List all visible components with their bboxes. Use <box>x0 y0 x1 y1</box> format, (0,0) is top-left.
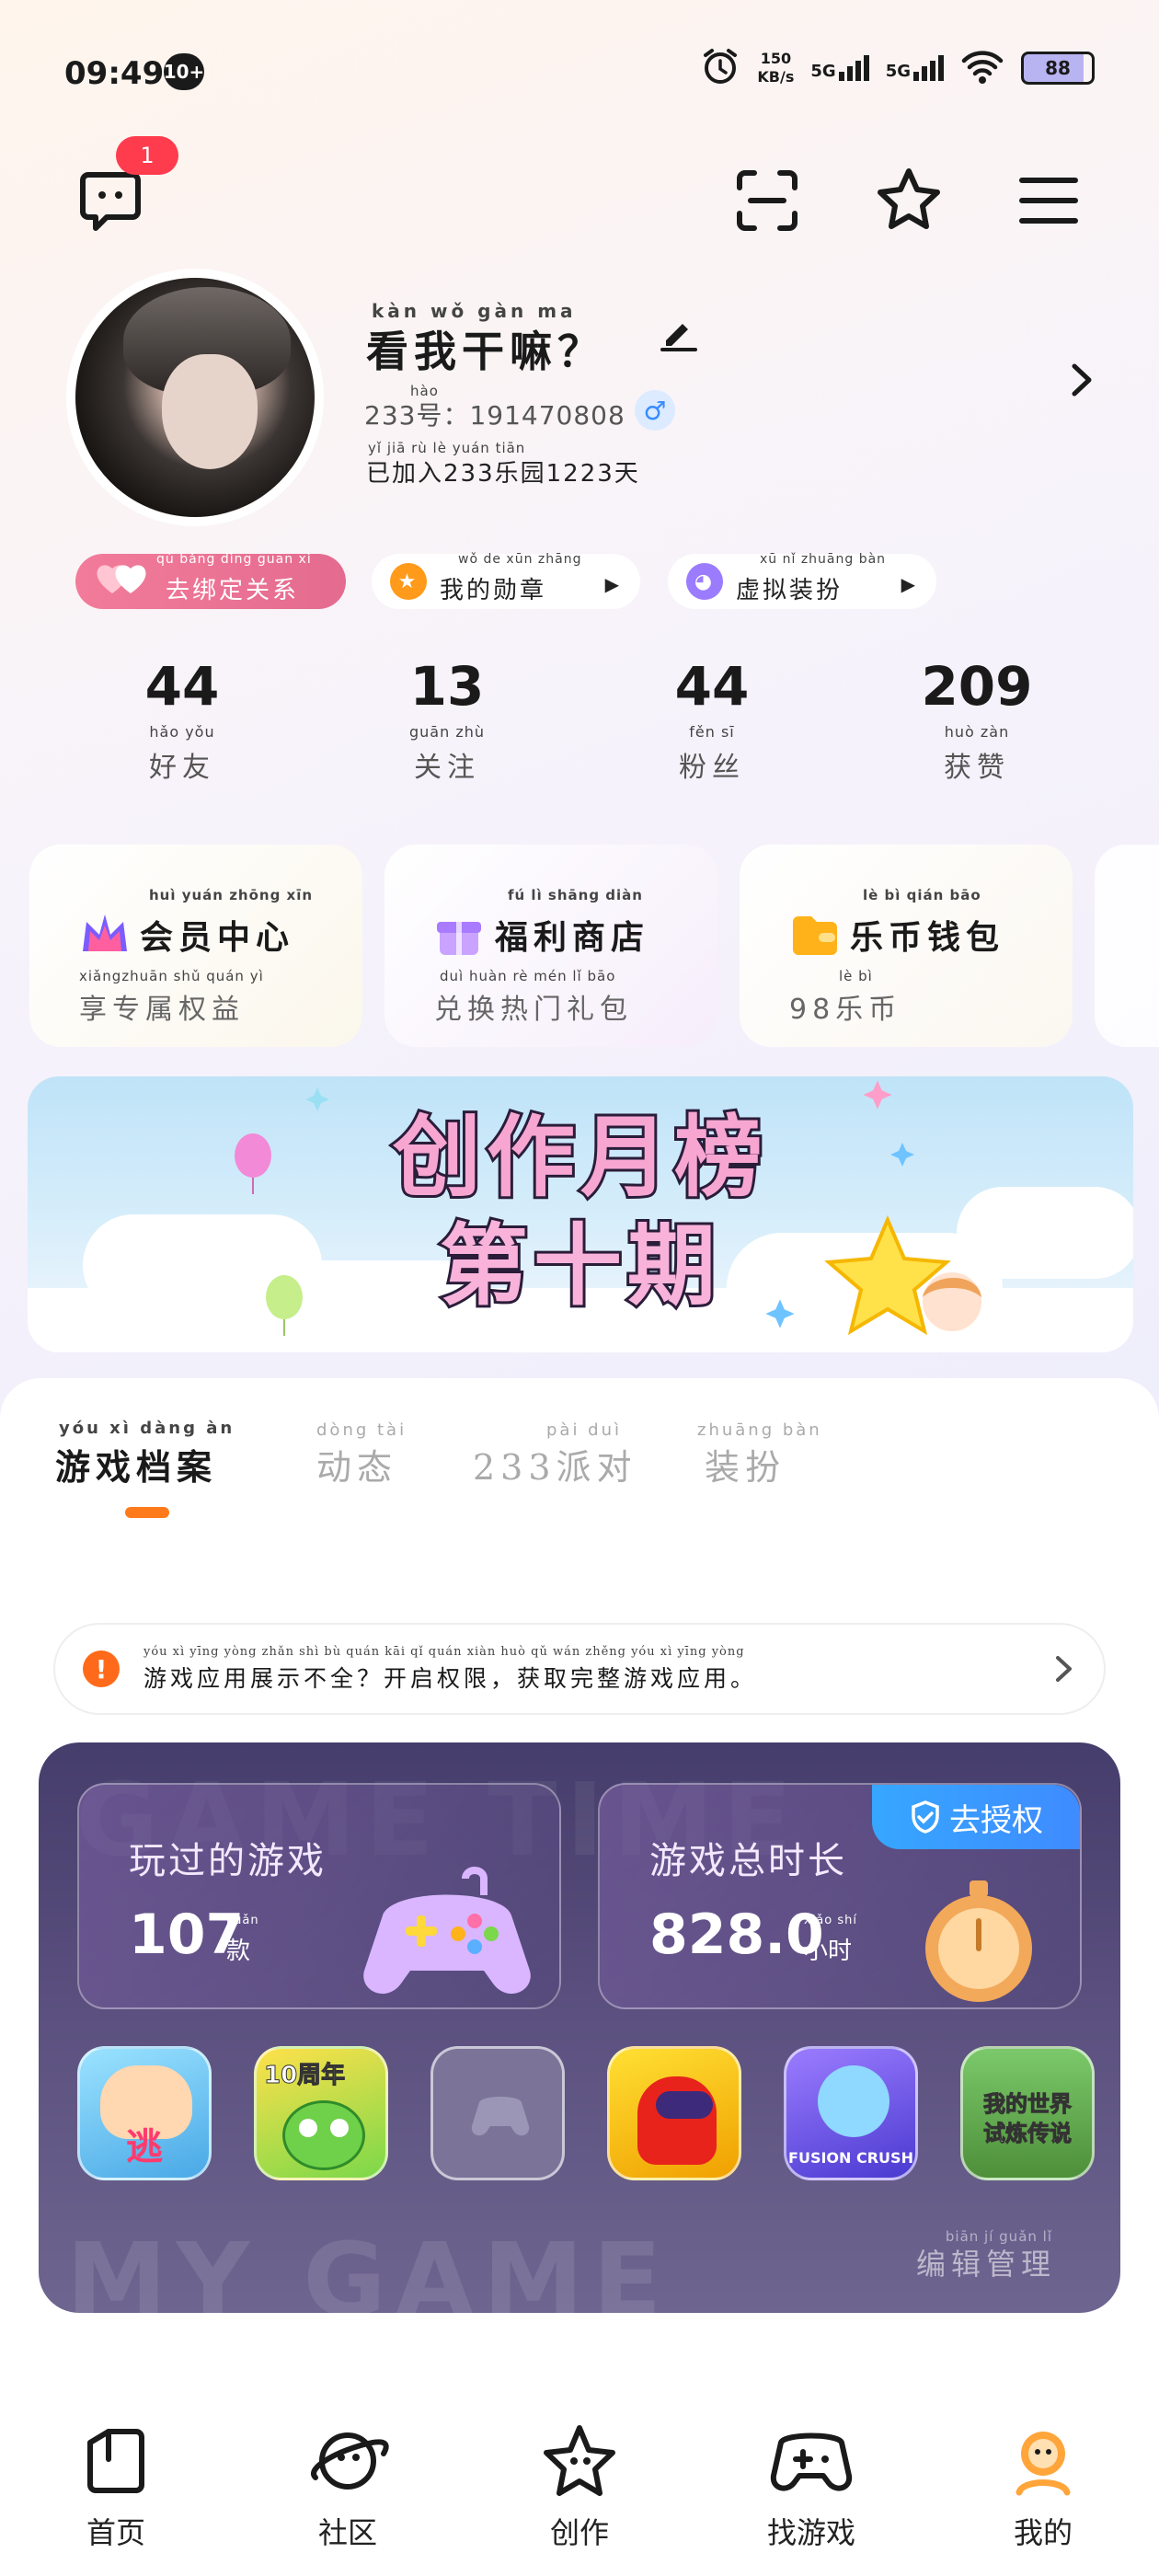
favorites-button[interactable] <box>870 162 947 239</box>
welfare-shop-card[interactable]: fú lì shāng diàn 福利商店 duì huàn rè mén lǐ… <box>384 845 717 1047</box>
gamepad-3d-icon <box>363 1867 531 1995</box>
stat-following[interactable]: 13 guān zhù 关注 <box>346 655 548 785</box>
notice-text: 游戏应用展示不全？开启权限，获取完整游戏应用。 <box>143 1664 758 1692</box>
chip-medal-pinyin: wǒ de xūn zhāng <box>458 552 582 567</box>
crown-icon <box>79 911 127 959</box>
notification-count-badge: 10+ <box>164 53 204 90</box>
shield-check-icon <box>912 1800 939 1834</box>
cat-avatar-icon: ◕ <box>686 563 723 600</box>
chip-bind-pinyin: qù bǎng dìng guān xì <box>156 552 312 567</box>
creation-ranking-banner[interactable]: 创作月榜 第十期 <box>28 1076 1133 1352</box>
gamepad-icon <box>770 2420 853 2502</box>
network-speed: 150 KB/s <box>757 50 795 86</box>
more-feature-card[interactable] <box>1095 845 1159 1047</box>
nav-home[interactable]: 首页 <box>24 2420 208 2576</box>
played-games-card[interactable]: 玩过的游戏 107 kuǎn 款 <box>77 1783 561 2009</box>
tab-party[interactable]: 233派对 <box>473 1439 637 1489</box>
home-icon <box>75 2420 157 2502</box>
tab-dressup[interactable]: 装扮 <box>705 1439 786 1489</box>
avatar[interactable] <box>66 269 324 526</box>
nav-community[interactable]: 社区 <box>256 2420 440 2576</box>
user-id: 233号：191470808 <box>364 400 625 431</box>
scan-icon <box>737 170 798 231</box>
play-arrow-icon: ▶ <box>604 573 622 595</box>
chip-avatar-pinyin: xū nǐ zhuāng bàn <box>760 552 887 567</box>
profile-detail-button[interactable] <box>1067 361 1096 403</box>
tab-feed[interactable]: 动态 <box>316 1439 397 1489</box>
signal-2-icon: 5G <box>886 55 944 81</box>
nav-me[interactable]: 我的 <box>951 2420 1135 2576</box>
authorize-button[interactable]: 去授权 <box>872 1785 1080 1849</box>
warning-icon: ! <box>83 1650 120 1687</box>
hearts-icon <box>94 560 153 604</box>
profile-icon <box>1002 2420 1084 2502</box>
star-outline-icon <box>878 168 940 229</box>
status-icons: 150 KB/s 5G 5G 88 <box>700 46 1095 90</box>
wallet-icon <box>789 911 837 959</box>
game-icon-among[interactable] <box>607 2046 741 2180</box>
tab-active-indicator <box>125 1507 169 1518</box>
character-icon <box>923 1272 981 1331</box>
tab-dressup-pinyin: zhuāng bàn <box>697 1420 822 1440</box>
menu-button[interactable] <box>1010 162 1087 239</box>
game-icon-anniversary[interactable]: 10周年 <box>254 2046 388 2180</box>
signal-1-icon: 5G <box>810 55 869 81</box>
nav-create[interactable]: 创作 <box>488 2420 671 2576</box>
avatar-image <box>75 278 315 517</box>
star-icon <box>538 2420 621 2502</box>
medal-icon: ★ <box>390 563 427 600</box>
watermark-my-game: MY GAME <box>66 2221 671 2313</box>
edit-nickname-button[interactable] <box>659 313 699 357</box>
stat-friends[interactable]: 44 hǎo yǒu 好友 <box>81 655 283 785</box>
play-time-card[interactable]: 游戏总时长 828.0 xiǎo shí 小时 去授权 <box>598 1783 1082 2009</box>
chevron-right-icon <box>1072 363 1092 397</box>
recent-games-list: 逃 10周年 FUSION CRUSH 我的世界 试炼传说 <box>77 2046 1095 2180</box>
gift-icon <box>434 911 482 959</box>
coin-wallet-card[interactable]: lè bì qián bāo 乐币钱包 lè bì 98乐币 <box>740 845 1073 1047</box>
bottom-navigation: 首页 社区 创作 找游戏 我的 <box>0 2392 1159 2576</box>
hamburger-menu-icon <box>1019 178 1078 224</box>
permission-notice[interactable]: ! yóu xì yīng yòng zhǎn shì bù quán kāi … <box>53 1623 1106 1715</box>
alarm-icon <box>700 46 740 90</box>
game-icon-minecraft[interactable]: 我的世界 试炼传说 <box>960 2046 1095 2180</box>
nav-find-games[interactable]: 找游戏 <box>719 2420 903 2576</box>
joined-days: 已加入233乐园1223天 <box>366 460 640 488</box>
game-icon-escape[interactable]: 逃 <box>77 2046 212 2180</box>
chevron-right-icon <box>1056 1656 1072 1682</box>
battery-icon: 88 <box>1021 52 1095 85</box>
play-arrow-icon: ▶ <box>901 573 918 595</box>
gamepad-placeholder-icon <box>471 2097 530 2136</box>
my-game-panel: GAME TIME MY GAME 玩过的游戏 107 kuǎn 款 游戏总时长… <box>39 1742 1120 2313</box>
game-icon-placeholder[interactable] <box>430 2046 565 2180</box>
tab-party-pinyin: pài duì <box>546 1420 623 1440</box>
game-icon-fusion-crush[interactable]: FUSION CRUSH <box>784 2046 918 2180</box>
status-time: 09:49 <box>64 55 165 92</box>
pencil-icon <box>660 324 697 351</box>
stat-likes[interactable]: 209 huò zàn 获赞 <box>876 655 1078 785</box>
stopwatch-icon <box>925 1880 1032 2002</box>
tab-game-archive[interactable]: 游戏档案 <box>55 1439 217 1489</box>
nickname: 看我干嘛？ <box>366 327 605 376</box>
edit-manage-button[interactable]: 编辑管理 <box>916 2241 1056 2283</box>
planet-icon <box>306 2420 389 2502</box>
member-center-card[interactable]: huì yuán zhōng xīn 会员中心 xiǎngzhuān shǔ q… <box>29 845 362 1047</box>
message-badge: 1 <box>116 136 178 175</box>
tab-feed-pinyin: dòng tài <box>316 1420 407 1440</box>
male-icon: ♂ <box>635 390 675 431</box>
chat-bubble-icon <box>80 172 141 231</box>
wifi-icon <box>960 48 1004 88</box>
banner-pagination <box>529 1323 617 1330</box>
stat-fans[interactable]: 44 fěn sī 粉丝 <box>611 655 813 785</box>
tab-archive-pinyin: yóu xì dàng àn <box>59 1419 235 1438</box>
notice-pinyin: yóu xì yīng yòng zhǎn shì bù quán kāi qǐ… <box>143 1644 745 1659</box>
scan-button[interactable] <box>729 162 806 239</box>
